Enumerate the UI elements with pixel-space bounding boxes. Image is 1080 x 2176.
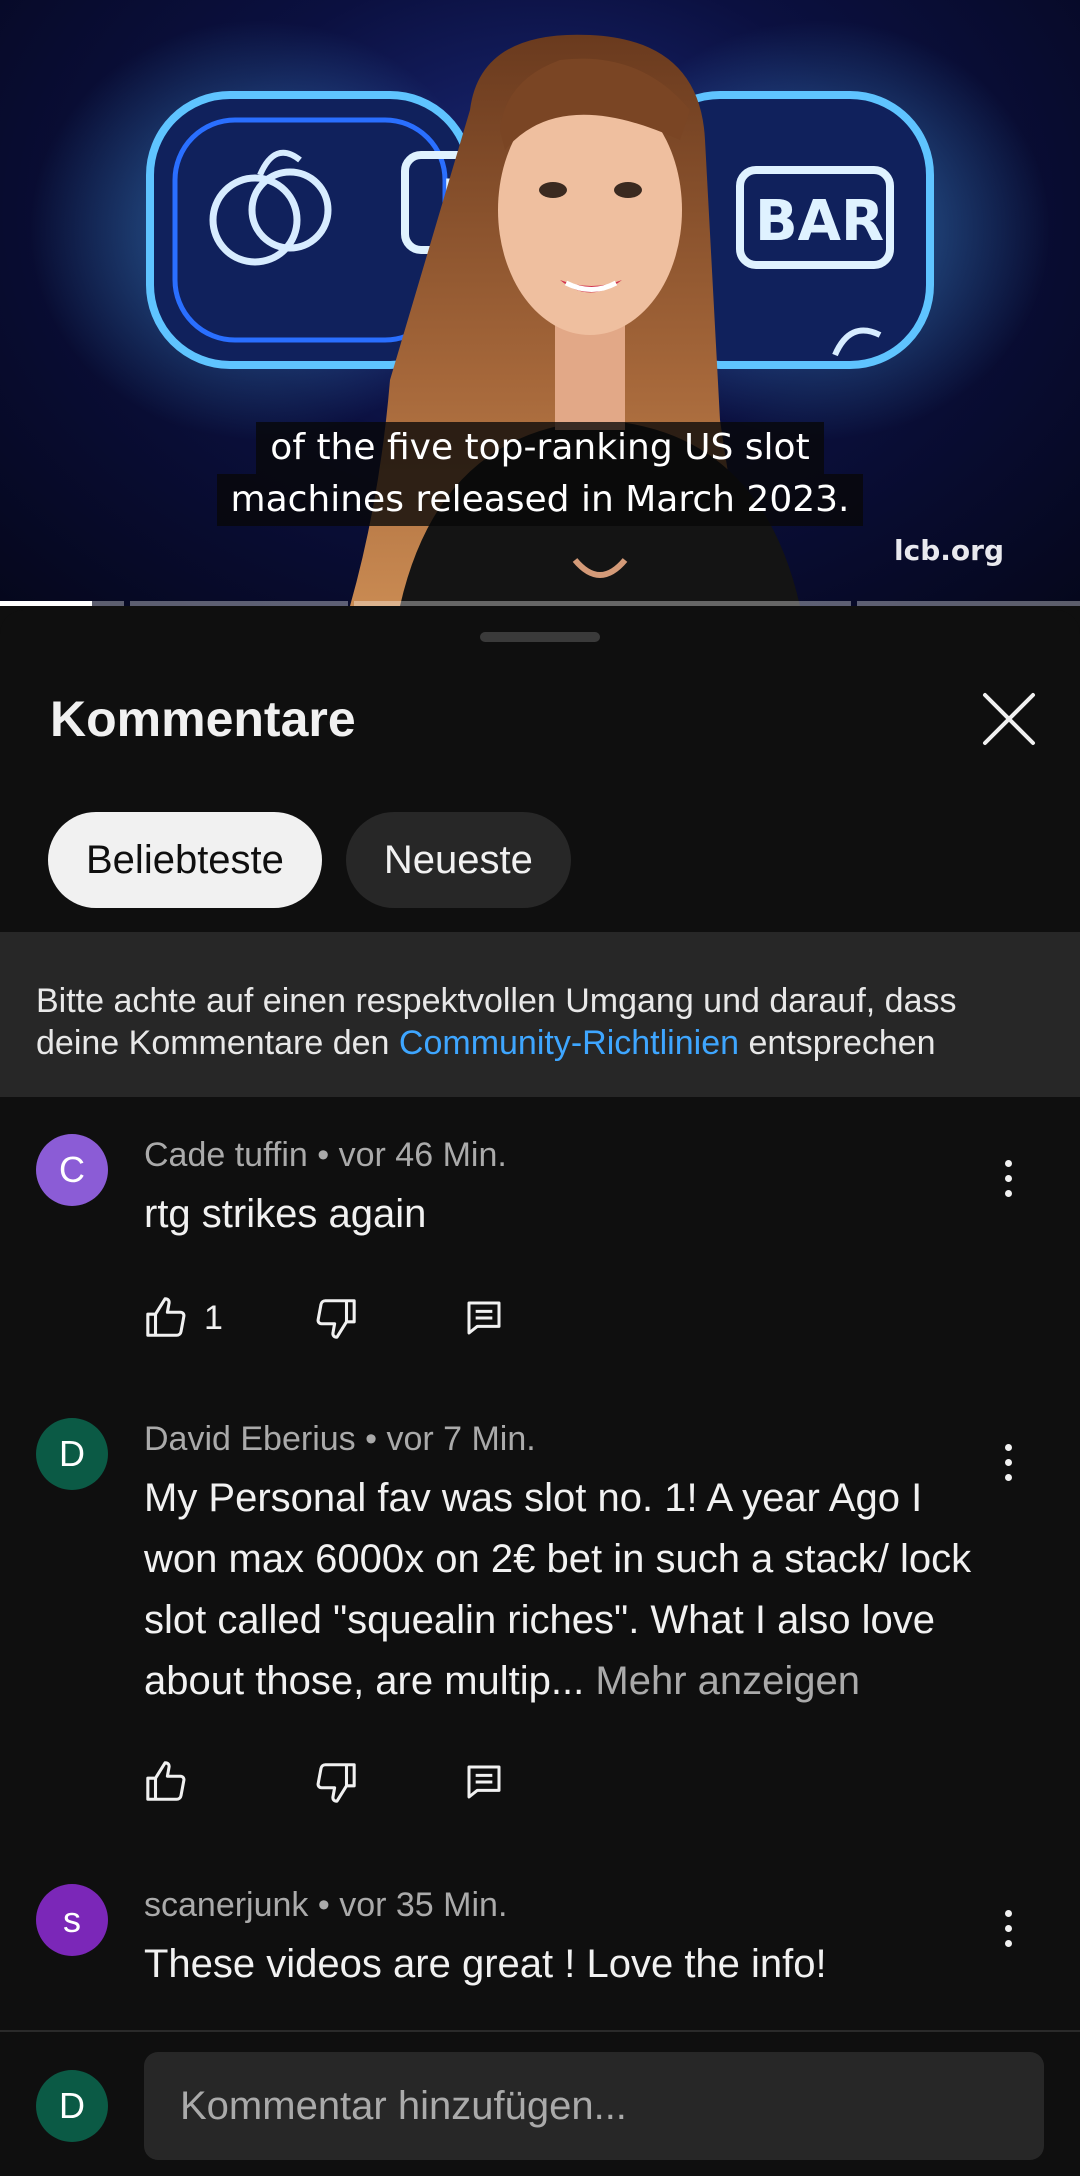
- progress-fill: [0, 601, 92, 606]
- like-count: 1: [204, 1298, 223, 1337]
- progress-segment: [857, 601, 1080, 606]
- thumbs-up-icon: [146, 1297, 186, 1337]
- avatar[interactable]: s: [36, 1884, 108, 1956]
- comment-text: These videos are great ! Love the info!: [144, 1942, 827, 1986]
- progress-segment: [130, 601, 348, 606]
- avatar[interactable]: D: [36, 2070, 108, 2142]
- thumbs-down-icon: [316, 1299, 356, 1339]
- sort-chips: Beliebteste Neueste: [48, 812, 571, 908]
- more-vert-icon: [1004, 1924, 1012, 1932]
- notice-text-end: entsprechen: [739, 1024, 936, 1062]
- more-vert-icon: [1004, 1189, 1012, 1197]
- comment-menu-button[interactable]: [990, 1434, 1026, 1490]
- video-watermark: lcb.org: [894, 534, 1004, 567]
- thumbs-up-icon: [146, 1761, 186, 1801]
- comment-text: My Personal fav was slot no. 1! A year A…: [144, 1468, 1004, 1712]
- reply-button[interactable]: [464, 1754, 504, 1810]
- comment-author[interactable]: Cade tuffin: [144, 1136, 308, 1174]
- more-vert-icon: [1004, 1458, 1012, 1466]
- caption-line: machines released in March 2023.: [216, 474, 864, 526]
- progress-segment: [354, 601, 851, 606]
- more-vert-icon: [1004, 1174, 1012, 1182]
- comment-meta: Cade tuffin • vor 46 Min.: [144, 1136, 507, 1174]
- video-player[interactable]: B BAR of the five top-ranking US slot ma…: [0, 0, 1080, 606]
- more-vert-icon: [1004, 1473, 1012, 1481]
- comment-meta: David Eberius • vor 7 Min.: [144, 1420, 536, 1458]
- sheet-title: Kommentare: [50, 691, 356, 747]
- comment-author[interactable]: scanerjunk: [144, 1886, 308, 1924]
- more-vert-icon: [1004, 1443, 1012, 1451]
- more-vert-icon: [1004, 1909, 1012, 1917]
- chip-popular[interactable]: Beliebteste: [48, 812, 322, 908]
- reel-label-right: BAR: [755, 189, 884, 254]
- comment-input[interactable]: [144, 2052, 1044, 2160]
- caption-line: of the five top-ranking US slot: [256, 422, 824, 474]
- community-notice: Bitte achte auf einen respektvollen Umga…: [0, 932, 1080, 1097]
- video-captions: of the five top-ranking US slot machines…: [0, 422, 1080, 526]
- progress-segment: [0, 601, 124, 606]
- like-button[interactable]: [144, 1754, 190, 1810]
- chip-newest[interactable]: Neueste: [345, 812, 571, 908]
- thumbs-down-icon: [316, 1763, 356, 1803]
- drag-handle[interactable]: [480, 632, 600, 642]
- comment-menu-button[interactable]: [990, 1150, 1026, 1206]
- comment-author[interactable]: David Eberius: [144, 1420, 356, 1458]
- close-button[interactable]: [976, 686, 1042, 752]
- more-vert-icon: [1004, 1939, 1012, 1947]
- avatar[interactable]: C: [36, 1134, 108, 1206]
- comment-time: vor 7 Min.: [386, 1420, 536, 1458]
- comment-time: vor 46 Min.: [338, 1136, 507, 1174]
- reply-button[interactable]: [464, 1290, 504, 1346]
- like-button[interactable]: 1: [144, 1290, 223, 1346]
- close-icon: [983, 693, 1035, 745]
- comment-composer: D: [0, 2030, 1080, 2176]
- dislike-button[interactable]: [312, 1754, 358, 1810]
- comment-text: rtg strikes again: [144, 1192, 427, 1236]
- comment-time: vor 35 Min.: [339, 1886, 508, 1924]
- dislike-button[interactable]: [312, 1290, 358, 1346]
- read-more-link[interactable]: Mehr anzeigen: [595, 1659, 860, 1703]
- reply-icon: [467, 1301, 501, 1335]
- more-vert-icon: [1004, 1159, 1012, 1167]
- comment-menu-button[interactable]: [990, 1900, 1026, 1956]
- reply-icon: [467, 1765, 501, 1799]
- avatar[interactable]: D: [36, 1418, 108, 1490]
- video-progress-bar[interactable]: [0, 601, 1080, 606]
- community-guidelines-link[interactable]: Community-Richtlinien: [399, 1024, 739, 1062]
- comment-meta: scanerjunk • vor 35 Min.: [144, 1886, 508, 1924]
